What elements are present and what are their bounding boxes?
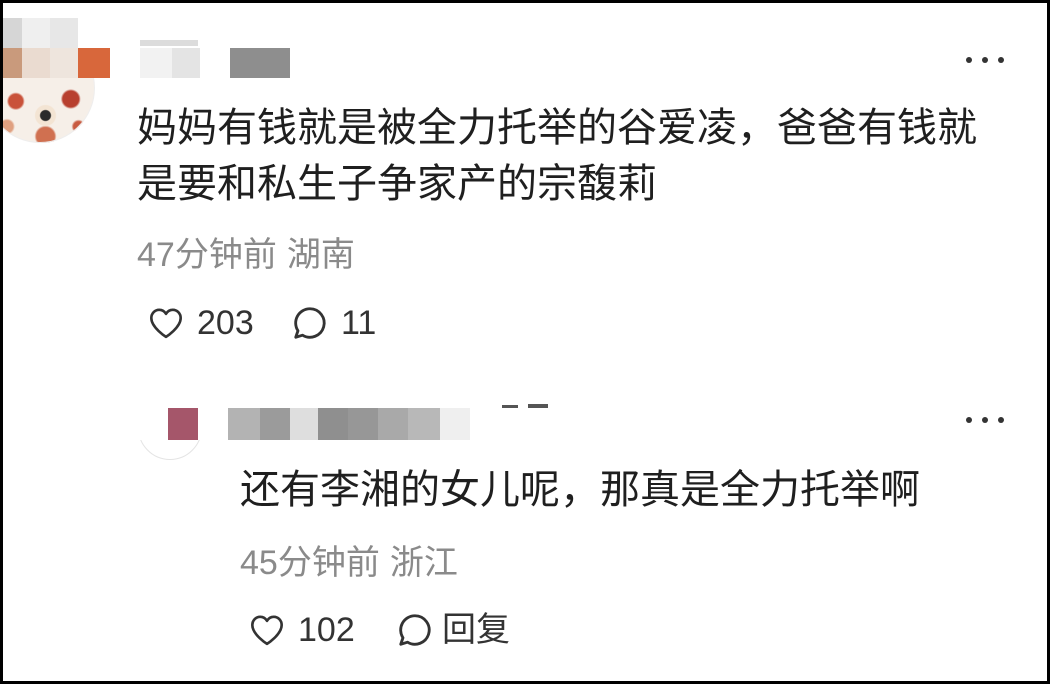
mosaic-block bbox=[140, 48, 172, 78]
like-count: 102 bbox=[298, 611, 355, 649]
username-fragment bbox=[528, 404, 548, 408]
like-count: 203 bbox=[197, 304, 254, 342]
mosaic-block bbox=[348, 408, 378, 440]
comment-location: 湖南 bbox=[286, 236, 355, 274]
mosaic-block bbox=[172, 48, 200, 78]
more-button[interactable] bbox=[966, 54, 1004, 66]
comment-time: 47分钟前 bbox=[137, 236, 277, 274]
reply-meta: 45分钟前 浙江 bbox=[240, 543, 458, 583]
like-button[interactable]: 203 bbox=[147, 303, 254, 343]
mosaic-block bbox=[78, 48, 110, 78]
reply-count: 11 bbox=[341, 304, 377, 342]
mosaic-block bbox=[0, 48, 22, 78]
like-button[interactable]: 102 bbox=[248, 610, 355, 650]
comment-bubble-icon bbox=[294, 307, 326, 339]
mosaic-block bbox=[168, 408, 198, 440]
comment-thread: 妈妈有钱就是被全力托举的谷爱凌，爸爸有钱就是要和私生子争家产的宗馥莉 47分钟前… bbox=[0, 0, 1050, 684]
more-horizontal-icon bbox=[998, 57, 1004, 63]
more-horizontal-icon bbox=[982, 57, 988, 63]
mosaic-block bbox=[50, 18, 78, 48]
mosaic-block bbox=[408, 408, 440, 440]
more-button[interactable] bbox=[966, 414, 1004, 426]
reply-label: 回复 bbox=[442, 611, 510, 649]
reply-button[interactable]: 回复 bbox=[396, 610, 510, 650]
username-redacted[interactable] bbox=[140, 48, 290, 78]
comment-bubble-icon bbox=[399, 614, 431, 646]
mosaic-block bbox=[78, 18, 110, 48]
mosaic-block bbox=[228, 408, 260, 440]
reply-text: 还有李湘的女儿呢，那真是全力托举啊 bbox=[240, 468, 920, 512]
mosaic-block bbox=[318, 408, 348, 440]
mosaic-block bbox=[440, 408, 470, 440]
more-horizontal-icon bbox=[966, 417, 972, 423]
mosaic-block bbox=[0, 18, 22, 48]
avatar-mosaic bbox=[0, 18, 110, 78]
heart-outline-icon bbox=[150, 308, 182, 339]
more-horizontal-icon bbox=[982, 417, 988, 423]
more-horizontal-icon bbox=[998, 417, 1004, 423]
mosaic-block bbox=[22, 18, 50, 48]
username-fragment bbox=[502, 405, 518, 408]
username-redacted[interactable] bbox=[228, 408, 470, 440]
avatar-mosaic bbox=[134, 390, 206, 440]
username-fragment bbox=[140, 40, 198, 46]
comment-meta: 47分钟前 湖南 bbox=[137, 235, 355, 275]
reply-location: 浙江 bbox=[389, 544, 458, 582]
comment-button[interactable]: 11 bbox=[291, 303, 376, 343]
mosaic-block bbox=[290, 408, 318, 440]
reply-time: 45分钟前 bbox=[240, 544, 380, 582]
heart-outline-icon bbox=[251, 615, 283, 646]
mosaic-block bbox=[50, 48, 78, 78]
comment-text: 妈妈有钱就是被全力托举的谷爱凌，爸爸有钱就是要和私生子争家产的宗馥莉 bbox=[137, 106, 977, 206]
mosaic-block bbox=[260, 408, 290, 440]
mosaic-block bbox=[22, 48, 50, 78]
mosaic-block bbox=[378, 408, 408, 440]
more-horizontal-icon bbox=[966, 57, 972, 63]
mosaic-block bbox=[230, 48, 290, 78]
